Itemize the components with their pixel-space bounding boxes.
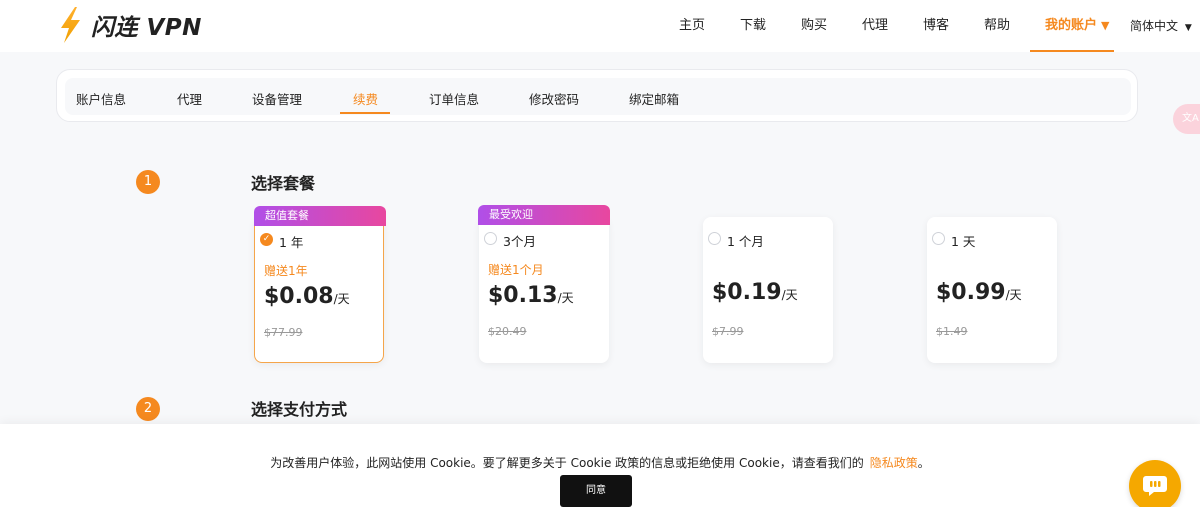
price-amount: $0.08 [264,284,334,309]
tab-active-underline [340,112,390,114]
plan-card-1-year[interactable]: 超值套餐 ✓ 1 年 赠送1年 $0.08/天 $77.99 [254,206,386,363]
plan-price: $0.13/天 [488,283,574,308]
chat-bubble-icon [1143,476,1167,496]
tab-change-password[interactable]: 修改密码 [529,89,579,108]
radio-unchecked-icon[interactable] [708,232,721,245]
plan-name: 1 天 [951,234,976,249]
nav-home[interactable]: 主页 [679,0,705,52]
translate-button[interactable]: 文A [1173,104,1200,134]
tab-proxy[interactable]: 代理 [177,89,202,108]
brand-name: 闪连 VPN [91,15,202,41]
price-unit: /天 [1005,288,1022,302]
plan-original-price: $20.49 [488,325,527,338]
plan-card-1-month[interactable]: 1 个月 $0.19/天 $7.99 [703,217,833,363]
step-title: 选择支付方式 [251,400,348,419]
plan-price: $0.19/天 [712,280,798,305]
price-unit: /天 [781,288,798,302]
radio-unchecked-icon[interactable] [932,232,945,245]
chat-button[interactable] [1129,460,1181,507]
plan-original-price: $1.49 [936,325,968,338]
nav-buy[interactable]: 购买 [801,0,827,52]
price-unit: /天 [333,292,350,306]
price-amount: $0.13 [488,283,558,308]
radio-checked-icon[interactable]: ✓ [260,233,273,246]
language-label: 简体中文 [1130,19,1179,33]
plan-price: $0.99/天 [936,280,1022,305]
plan-bonus: 赠送1年 [264,264,308,278]
lightning-bolt-icon [61,7,80,43]
tab-order-info[interactable]: 订单信息 [429,89,479,108]
plan-card-3-months[interactable]: 最受欢迎 3个月 赠送1个月 $0.13/天 $20.49 [478,205,610,363]
tab-account-info[interactable]: 账户信息 [76,89,126,108]
tab-device-management[interactable]: 设备管理 [252,89,302,108]
nav-help[interactable]: 帮助 [984,0,1010,52]
tab-bind-email[interactable]: 绑定邮箱 [629,89,679,108]
plan-badge: 超值套餐 [254,206,386,226]
step-number: 1 [136,170,160,194]
nav-blog[interactable]: 博客 [923,0,949,52]
radio-unchecked-icon[interactable] [484,232,497,245]
tab-renewal[interactable]: 续费 [353,89,378,108]
cookie-text: 为改善用户体验，此网站使用 Cookie。要了解更多关于 Cookie 政策的信… [270,456,864,470]
caret-down-icon: ▼ [1101,19,1110,32]
price-unit: /天 [557,291,574,305]
translate-icon: 文A [1182,113,1199,124]
plan-name: 1 个月 [727,234,764,249]
cookie-message: 为改善用户体验，此网站使用 Cookie。要了解更多关于 Cookie 政策的信… [0,454,1200,471]
cookie-banner: 为改善用户体验，此网站使用 Cookie。要了解更多关于 Cookie 政策的信… [0,424,1200,507]
plan-price: $0.08/天 [264,284,350,309]
privacy-policy-link[interactable]: 隐私政策 [870,456,918,470]
language-selector[interactable]: 简体中文 ▼ [1130,0,1192,52]
account-tabs-bar [65,78,1131,115]
plan-original-price: $7.99 [712,325,744,338]
nav-proxy[interactable]: 代理 [862,0,888,52]
plan-original-price: $77.99 [264,326,303,339]
price-amount: $0.19 [712,280,782,305]
step-number: 2 [136,397,160,421]
caret-down-icon: ▼ [1182,23,1192,33]
nav-my-account-label: 我的账户 [1045,18,1098,33]
plan-badge: 最受欢迎 [478,205,610,225]
plan-bonus: 赠送1个月 [488,263,544,277]
site-header: 闪连 VPN 主页 下载 购买 代理 博客 帮助 我的账户 ▼ 简体中文 ▼ [0,0,1200,52]
nav-download[interactable]: 下载 [740,0,766,52]
price-amount: $0.99 [936,280,1006,305]
plan-name: 3个月 [503,234,536,249]
nav-active-underline [1030,50,1114,52]
nav-my-account[interactable]: 我的账户 ▼ [1045,0,1109,52]
plan-card-1-day[interactable]: 1 天 $0.99/天 $1.49 [927,217,1057,363]
brand-logo[interactable]: 闪连 VPN [55,5,202,45]
account-tabs-card [56,69,1138,122]
cookie-suffix: 。 [917,456,930,470]
agree-button[interactable]: 同意 [560,475,632,507]
step-title: 选择套餐 [251,174,316,193]
plan-name: 1 年 [279,235,304,250]
